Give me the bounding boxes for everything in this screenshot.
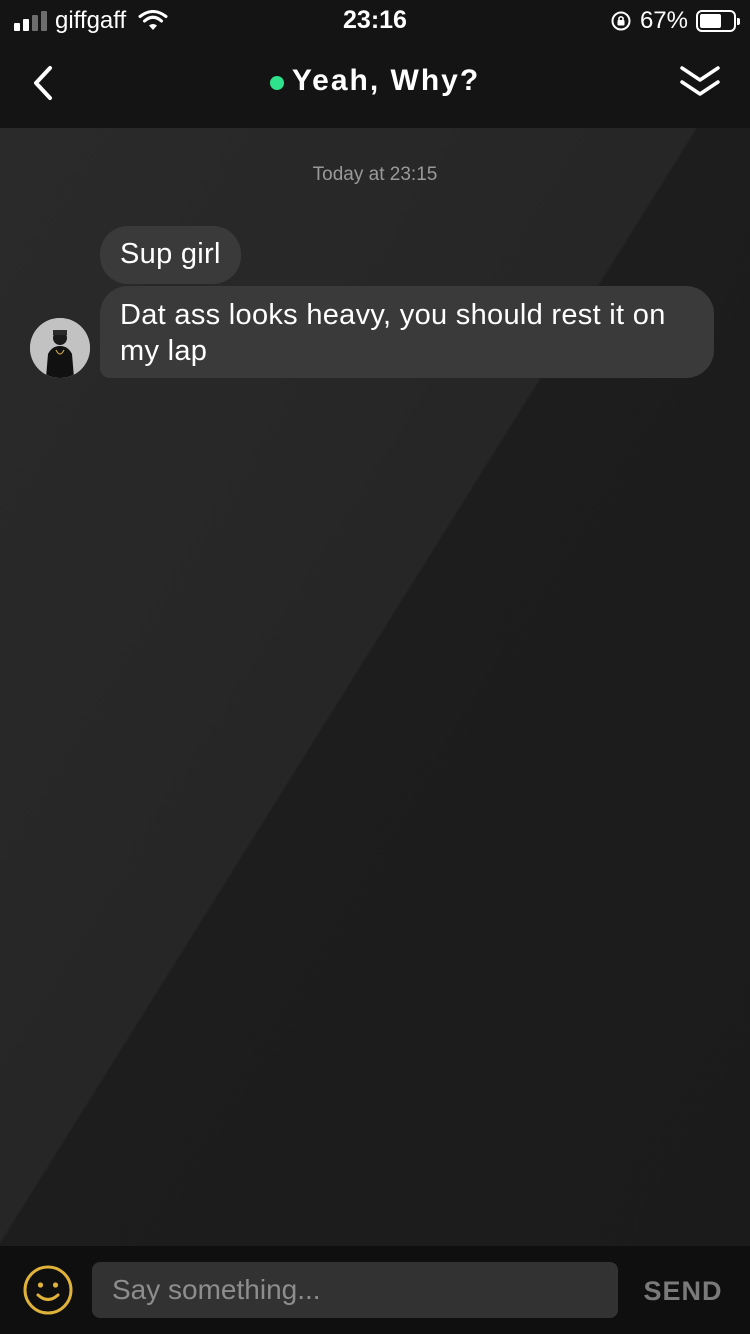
message-bubble[interactable]: Dat ass looks heavy, you should rest it … [100,286,714,378]
message-list[interactable]: Today at 23:15 Sup girl Dat ass looks he… [0,128,750,1246]
message-bubble[interactable]: Sup girl [100,226,241,284]
battery-fill [700,14,722,28]
message-input[interactable] [92,1262,618,1318]
battery-percent: 67% [639,7,688,34]
chat-title-wrap[interactable]: Yeah, Why? [0,64,750,98]
send-button[interactable]: SEND [636,1272,730,1310]
status-bar: giffgaff 23:16 67% [0,0,750,40]
online-status-dot [269,75,284,90]
chat-title: Yeah, Why? [291,64,481,97]
message-timestamp: Today at 23:15 [312,164,438,185]
sender-avatar[interactable] [30,318,90,378]
chat-header: Yeah, Why? [0,40,750,128]
avatar-image [30,318,90,378]
status-right: 67% [610,6,740,36]
battery-icon [696,10,740,32]
smiley-icon[interactable] [22,1264,74,1316]
composer-bar: SEND [0,1246,750,1334]
orientation-lock-icon [611,11,631,31]
double-chevron-down-icon[interactable] [676,62,724,104]
